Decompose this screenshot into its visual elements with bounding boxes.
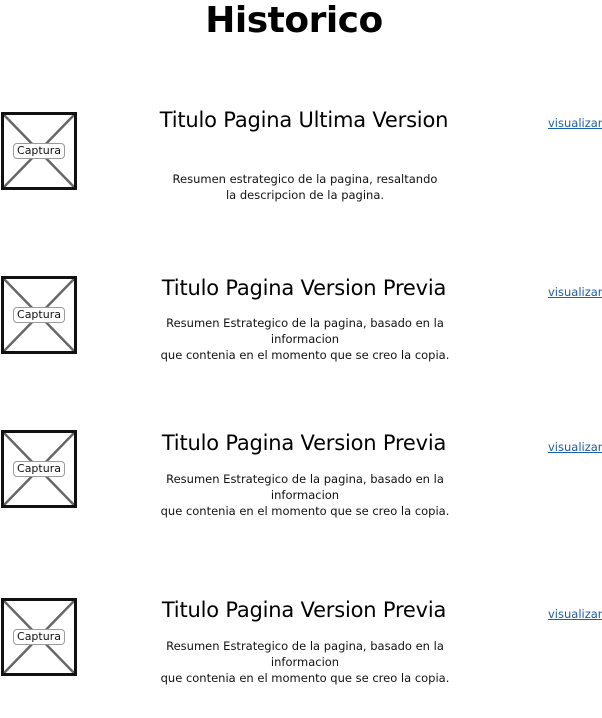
thumbnail-placeholder: Captura [1,276,77,354]
entry-title: Titulo Pagina Version Previa [161,276,447,300]
entry-title: Titulo Pagina Version Previa [161,598,447,622]
view-link[interactable]: visualizar [548,440,602,454]
thumbnail-label: Captura [13,143,65,159]
view-link[interactable]: visualizar [548,285,602,299]
summary-line: la descripcion de la pagina. [225,188,385,202]
summary-line: Resumen Estrategico de la pagina, basado… [166,639,444,653]
thumbnail-placeholder: Captura [1,598,77,676]
entry-title: Titulo Pagina Ultima Version [159,108,449,132]
thumbnail-placeholder: Captura [1,112,77,190]
summary-line: Resumen Estrategico de la pagina, basado… [166,472,444,486]
thumbnail-label: Captura [13,461,65,477]
view-link[interactable]: visualizar [548,116,602,130]
entry-summary: Resumen Estrategico de la pagina, basado… [120,638,490,686]
thumbnail-placeholder: Captura [1,430,77,508]
summary-line: que contenia en el momento que se creo l… [160,504,450,518]
summary-line: Resumen Estrategico de la pagina, basado… [166,316,444,330]
summary-line: que contenia en el momento que se creo l… [160,671,450,685]
view-link[interactable]: visualizar [548,607,602,621]
entry-summary: Resumen Estrategico de la pagina, basado… [120,315,490,363]
summary-line: Resumen estrategico de la pagina, resalt… [172,172,438,186]
summary-line: informacion [270,488,340,502]
summary-line: informacion [270,655,340,669]
entry-title: Titulo Pagina Version Previa [161,431,447,455]
thumbnail-label: Captura [13,307,65,323]
summary-line: que contenia en el momento que se creo l… [160,348,450,362]
entry-summary: Resumen estrategico de la pagina, resalt… [120,171,490,203]
thumbnail-label: Captura [13,629,65,645]
summary-line: informacion [270,332,340,346]
page-title: Historico [205,0,383,41]
entry-summary: Resumen Estrategico de la pagina, basado… [120,471,490,519]
